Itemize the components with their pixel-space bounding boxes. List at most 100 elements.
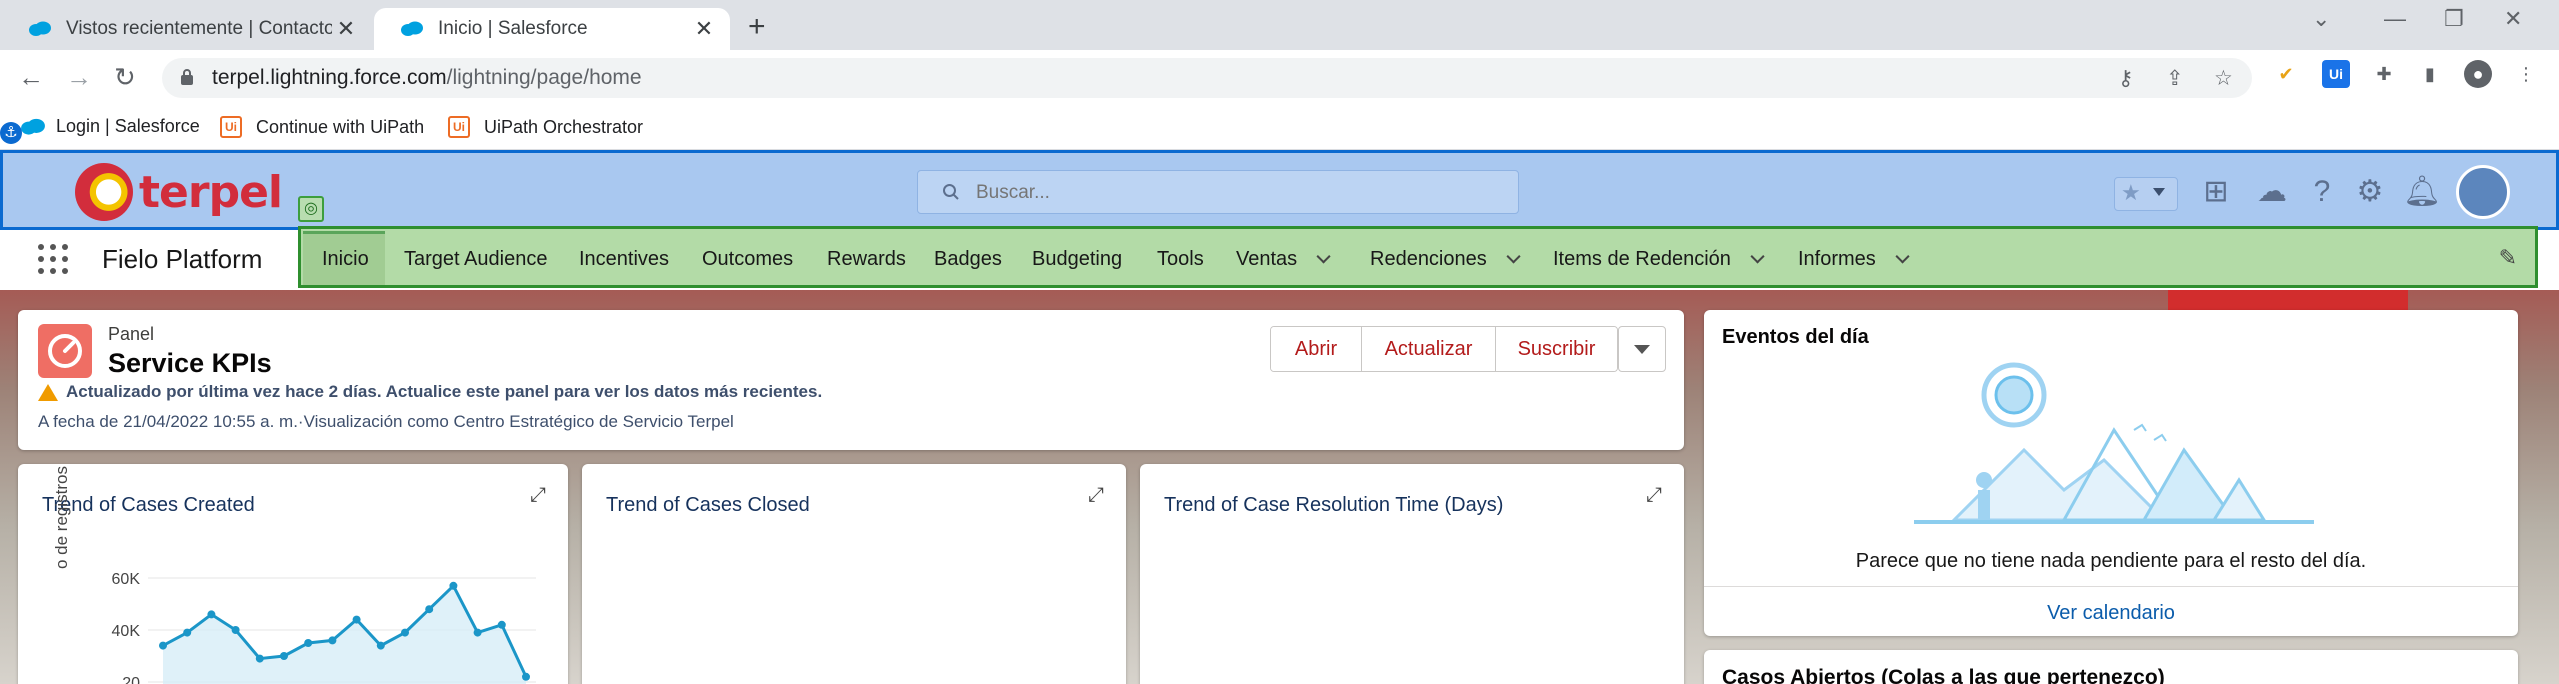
data-point[interactable] [352, 615, 361, 624]
extension-icon[interactable]: ✔ [2272, 60, 2300, 88]
expand-icon[interactable]: ⤢ [1088, 484, 1104, 507]
nav-item-badges[interactable]: Badges [934, 248, 1002, 271]
edit-nav-pencil-icon[interactable]: ✎ [2499, 245, 2517, 271]
data-point[interactable] [183, 628, 192, 637]
refresh-button[interactable]: Actualizar [1362, 327, 1496, 371]
nav-item-inicio[interactable]: Inicio [322, 248, 369, 271]
widget-title[interactable]: Trend of Cases Closed [606, 494, 810, 517]
anchor-icon: ⚓ [0, 122, 22, 144]
reload-icon[interactable]: ↻ [114, 62, 136, 93]
search-input[interactable] [976, 180, 1496, 206]
notifications-bell-icon[interactable]: 🔔︎ [2403, 175, 2441, 209]
chevron-down-icon[interactable] [1895, 249, 1910, 264]
data-point[interactable] [207, 610, 216, 619]
close-tab-icon[interactable]: ✕ [332, 16, 360, 42]
chevron-down-icon[interactable] [1506, 249, 1521, 264]
menu-icon[interactable]: ⋮ [2512, 60, 2540, 88]
search-icon [943, 184, 959, 200]
events-title: Eventos del día [1722, 326, 1869, 348]
nav-item-ventas[interactable]: Ventas [1236, 248, 1331, 271]
key-icon[interactable]: ⚷ [2118, 66, 2133, 91]
data-point[interactable] [255, 654, 264, 663]
browser-tabstrip: Vistos recientemente | Contactos ✕ Inici… [0, 0, 2559, 50]
bookmark-continue-uipath[interactable]: Ui Continue with UiPath [220, 116, 424, 138]
chevron-down-icon [1634, 345, 1650, 354]
global-search[interactable] [917, 170, 1519, 214]
nav-item-redenciones[interactable]: Redenciones [1370, 248, 1521, 271]
user-avatar[interactable] [2456, 165, 2510, 219]
uipath-extension-icon[interactable]: Ui [2322, 60, 2350, 88]
browser-tab-inicio[interactable]: Inicio | Salesforce ✕ [374, 8, 730, 50]
share-icon[interactable]: ⇪ [2166, 66, 2184, 91]
data-point[interactable] [401, 628, 409, 637]
widget-title[interactable]: Trend of Case Resolution Time (Days) [1164, 494, 1503, 517]
browser-tab-contactos[interactable]: Vistos recientemente | Contactos ✕ [2, 8, 372, 50]
logo-text: terpel [139, 166, 283, 218]
trend-chart[interactable]: 60K 40K 20 [18, 464, 568, 684]
bookmark-label: Continue with UiPath [256, 116, 425, 137]
chevron-down-icon[interactable] [1750, 249, 1765, 264]
setup-gear-icon[interactable]: ⚙ [2353, 175, 2387, 209]
help-icon[interactable]: ? [2305, 175, 2339, 209]
url-text: terpel.lightning.force.com/lightning/pag… [212, 66, 642, 90]
data-point[interactable] [473, 628, 482, 637]
data-point[interactable] [449, 581, 458, 590]
trailhead-icon[interactable]: ☁ [2255, 175, 2289, 209]
nav-bar: Inicio Target Audience Incentives Outcom… [298, 226, 2538, 288]
open-cases-title[interactable]: Casos Abiertos (Colas a las que pertenez… [1722, 666, 2165, 684]
data-point[interactable] [304, 639, 313, 647]
minimize-icon[interactable]: — [2384, 6, 2406, 32]
widget-cases-created: Trend of Cases Created ⤢ o de registros … [18, 464, 568, 684]
star-icon: ★ [2121, 180, 2141, 205]
close-tab-icon[interactable]: ✕ [690, 16, 718, 42]
global-actions-icon[interactable]: ⊞ [2199, 175, 2233, 209]
data-point[interactable] [328, 636, 337, 645]
star-icon[interactable]: ☆ [2214, 66, 2233, 91]
favorites-button[interactable]: ★ [2114, 177, 2178, 211]
bookmark-uipath-orchestrator[interactable]: Ui UiPath Orchestrator [448, 116, 643, 138]
close-window-icon[interactable]: ✕ [2504, 6, 2522, 32]
nav-label: Outcomes [702, 248, 794, 270]
nav-item-incentives[interactable]: Incentives [579, 248, 669, 271]
uipath-icon: Ui [448, 116, 470, 138]
data-point[interactable] [497, 620, 506, 629]
view-calendar-link[interactable]: Ver calendario [1704, 602, 2518, 625]
nav-item-target-audience[interactable]: Target Audience [404, 248, 547, 271]
puzzle-icon[interactable]: ✚ [2370, 60, 2398, 88]
restore-icon[interactable]: ❐ [2444, 6, 2464, 32]
data-point[interactable] [376, 641, 385, 650]
new-tab-icon[interactable]: + [748, 10, 766, 44]
data-point[interactable] [159, 641, 167, 650]
salesforce-cloud-icon [401, 21, 423, 36]
nav-item-rewards[interactable]: Rewards [827, 248, 906, 271]
profile-icon[interactable]: ● [2464, 60, 2492, 88]
side-panel-icon[interactable]: ▮ [2416, 60, 2444, 88]
more-actions-button[interactable] [1618, 326, 1666, 372]
nav-label: Ventas [1236, 248, 1298, 270]
data-point[interactable] [425, 605, 434, 614]
data-point[interactable] [522, 672, 530, 681]
nav-item-budgeting[interactable]: Budgeting [1032, 248, 1122, 271]
nav-item-items-redencion[interactable]: Items de Redención [1553, 248, 1765, 271]
target-marker-icon: ◎ [298, 196, 324, 222]
chevron-down-icon[interactable] [1316, 249, 1331, 264]
data-point[interactable] [231, 626, 240, 634]
salesforce-cloud-icon [21, 118, 45, 135]
panel-button-group: Abrir Actualizar Suscribir [1270, 326, 1618, 372]
tab-search-icon[interactable]: ⌄ [2312, 6, 2330, 32]
nav-item-tools[interactable]: Tools [1157, 248, 1204, 271]
open-button[interactable]: Abrir [1271, 327, 1362, 371]
bookmarks-bar: Login | Salesforce Ui Continue with UiPa… [0, 106, 2559, 150]
back-icon[interactable]: ← [18, 62, 44, 93]
terpel-logo[interactable]: terpel [75, 163, 283, 221]
bookmark-login-salesforce[interactable]: Login | Salesforce [20, 116, 200, 137]
forward-icon[interactable]: → [66, 62, 92, 93]
nav-item-informes[interactable]: Informes [1798, 248, 1910, 271]
expand-icon[interactable]: ⤢ [1646, 484, 1662, 507]
nav-item-outcomes[interactable]: Outcomes [702, 248, 793, 271]
data-point[interactable] [280, 652, 288, 660]
subscribe-button[interactable]: Suscribir [1496, 327, 1617, 371]
logo-ring-icon [75, 163, 133, 221]
address-bar[interactable]: terpel.lightning.force.com/lightning/pag… [162, 58, 2252, 98]
app-launcher-icon[interactable] [38, 244, 68, 274]
